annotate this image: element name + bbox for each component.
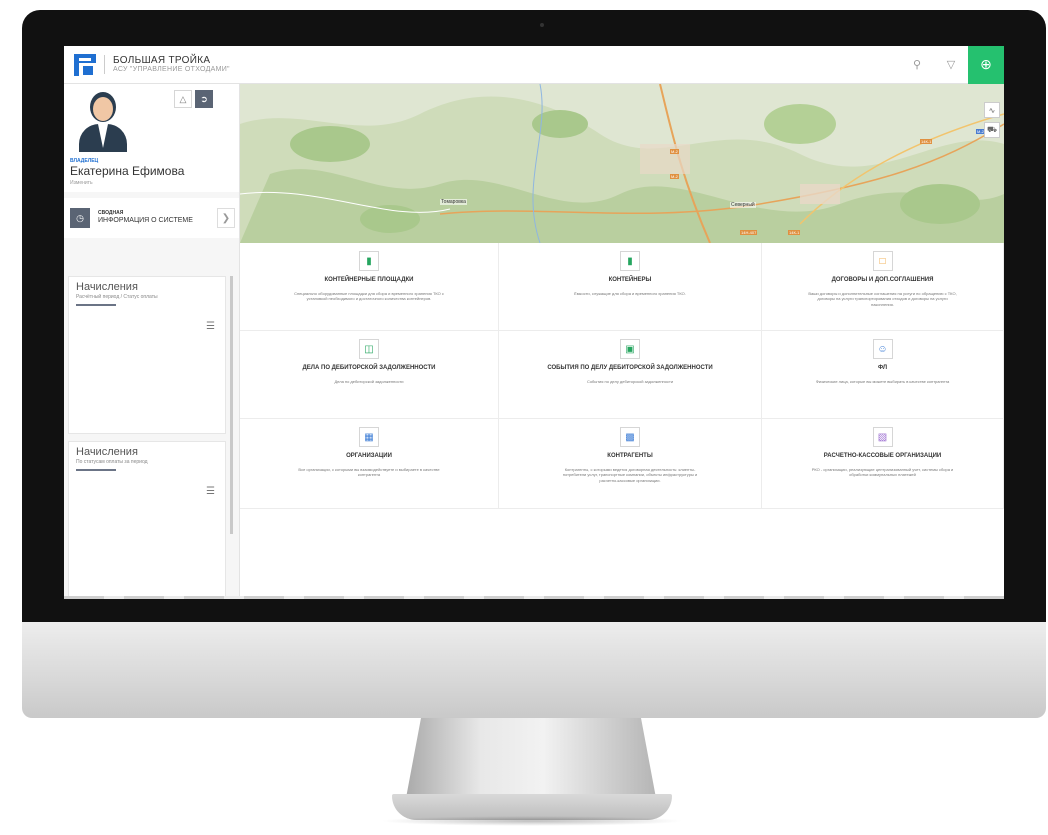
screen-bottom-edge	[64, 596, 1004, 599]
card-subtitle: По статусам оплаты за период	[76, 459, 148, 465]
dashboard-icon: ◷	[70, 208, 90, 228]
profile-buttons: △ ➲	[174, 90, 213, 108]
summary-line2: ИНФОРМАЦИЯ О СИСТЕМЕ	[98, 216, 193, 224]
module-containers[interactable]: ▮ КОНТЕЙНЕРЫ Ёмкости, служащие для сбора…	[499, 243, 762, 331]
route-icon[interactable]: ∿	[984, 102, 1000, 118]
camera	[540, 23, 544, 27]
map-place-label: Северный	[730, 202, 756, 208]
user-edit-link[interactable]: Изменить	[70, 180, 93, 186]
tile-desc: Физические лица, которые вы можете выбир…	[815, 379, 950, 384]
search-icon[interactable]: ⚲	[900, 46, 934, 84]
recycle-icon[interactable]: △	[174, 90, 192, 108]
bank-icon: ▧	[872, 427, 893, 447]
tile-title: КОНТЕЙНЕРЫ	[608, 277, 652, 283]
map-view[interactable]: Томаровка Северный М-2 М-2 14Н-407 14К-1…	[240, 84, 1004, 243]
add-button[interactable]: ⊕	[968, 46, 1004, 84]
case-icon: ◫	[359, 339, 379, 359]
module-cash-settlement[interactable]: ▧ РАСЧЕТНО-КАССОВЫЕ ОРГАНИЗАЦИИ РКО - ор…	[762, 419, 1004, 509]
road-sign: 14Н-407	[740, 230, 758, 235]
module-organizations[interactable]: ▦ ОРГАНИЗАЦИИ Все организации, с которым…	[240, 419, 499, 509]
road-sign: 14К-1	[788, 230, 801, 235]
tile-title: ДОГОВОРЫ И ДОП.СОГЛАШЕНИЯ	[831, 277, 934, 283]
tile-desc: Ваши договоры и дополнительные соглашени…	[808, 291, 957, 307]
tile-desc: РКО - организации, реализующие централиз…	[811, 467, 954, 478]
person-icon: ☺	[872, 339, 893, 359]
brand: БОЛЬШАЯ ТРОЙКА АСУ "УПРАВЛЕНИЕ ОТХОДАМИ"	[104, 55, 230, 74]
summary-text: СВОДНАЯ ИНФОРМАЦИЯ О СИСТЕМЕ	[98, 210, 193, 225]
calendar-icon: ▣	[620, 339, 640, 359]
map-terrain	[240, 84, 1004, 243]
logout-icon[interactable]: ➲	[195, 90, 213, 108]
tile-desc: Специально оборудованные площадки для сб…	[294, 291, 444, 302]
monitor-stand-neck	[406, 718, 656, 798]
module-contracts[interactable]: □ ДОГОВОРЫ И ДОП.СОГЛАШЕНИЯ Ваши договор…	[762, 243, 1004, 331]
tile-title: КОНТЕЙНЕРНЫЕ ПЛОЩАДКИ	[324, 277, 414, 283]
tile-title: ДЕЛА ПО ДЕБИТОРСКОЙ ЗАДОЛЖЕННОСТИ	[302, 365, 436, 371]
building-icon: ▦	[359, 427, 379, 447]
charges-card-period: Начисления По статусам оплаты за период …	[68, 441, 226, 599]
module-container-sites[interactable]: ▮ КОНТЕЙНЕРНЫЕ ПЛОЩАДКИ Специально обору…	[240, 243, 499, 331]
sidebar-scrollbar[interactable]	[230, 276, 233, 534]
bin-icon: ▮	[620, 251, 640, 271]
tile-desc: Ёмкости, служащие для сбора и временного…	[574, 291, 686, 296]
module-contractors[interactable]: ▩ КОНТРАГЕНТЫ Контрагенты, с которыми ве…	[499, 419, 762, 509]
tile-title: КОНТРАГЕНТЫ	[607, 453, 653, 459]
floor-shadow	[380, 816, 684, 826]
profile-panel: △ ➲ ВЛАДЕЛЕЦ Екатерина Ефимова Изменить	[64, 84, 239, 192]
tile-desc: События по делу дебиторской задолженност…	[586, 379, 674, 384]
monitor-chin	[22, 622, 1046, 718]
brand-logo[interactable]	[74, 53, 96, 78]
menu-icon[interactable]: ☰	[206, 486, 215, 497]
tile-title: ОРГАНИЗАЦИИ	[346, 453, 392, 459]
document-icon: □	[872, 251, 893, 271]
add-icon: ⊕	[980, 56, 992, 72]
user-name: Екатерина Ефимова	[70, 164, 185, 178]
charges-card-status: Начисления Расчётный период / Статус опл…	[68, 276, 226, 434]
tile-desc: Дела по дебиторской задолженности	[334, 379, 404, 384]
card-underline	[76, 304, 116, 306]
module-debt-events[interactable]: ▣ СОБЫТИЯ ПО ДЕЛУ ДЕБИТОРСКОЙ ЗАДОЛЖЕННО…	[499, 331, 762, 419]
map-place-label: Томаровка	[440, 199, 467, 205]
top-bar: БОЛЬШАЯ ТРОЙКА АСУ "УПРАВЛЕНИЕ ОТХОДАМИ"…	[64, 46, 1004, 84]
card-subtitle: Расчётный период / Статус оплаты	[76, 294, 158, 300]
card-title: Начисления	[76, 281, 138, 293]
monitor-bezel: БОЛЬШАЯ ТРОЙКА АСУ "УПРАВЛЕНИЕ ОТХОДАМИ"…	[22, 10, 1046, 622]
module-debt-cases[interactable]: ◫ ДЕЛА ПО ДЕБИТОРСКОЙ ЗАДОЛЖЕННОСТИ Дела…	[240, 331, 499, 419]
sidebar: △ ➲ ВЛАДЕЛЕЦ Екатерина Ефимова Изменить …	[64, 84, 240, 599]
module-individuals[interactable]: ☺ ФЛ Физические лица, которые вы можете …	[762, 331, 1004, 419]
briefcase-icon: ▩	[620, 427, 640, 447]
module-grid: ▮ КОНТЕЙНЕРНЫЕ ПЛОЩАДКИ Специально обору…	[240, 243, 1004, 599]
tile-desc: Контрагенты, с которыми ведется договорн…	[562, 467, 698, 483]
tile-desc: Все организации, с которыми вы взаимодей…	[298, 467, 440, 478]
tile-title: ФЛ	[877, 365, 888, 371]
tile-title: СОБЫТИЯ ПО ДЕЛУ ДЕБИТОРСКОЙ ЗАДОЛЖЕННОСТ…	[547, 365, 713, 371]
container-icon: ▮	[359, 251, 379, 271]
card-underline	[76, 469, 116, 471]
imac-monitor: БОЛЬШАЯ ТРОЙКА АСУ "УПРАВЛЕНИЕ ОТХОДАМИ"…	[22, 10, 1046, 718]
road-sign: М-2	[670, 149, 679, 154]
truck-icon[interactable]: ⛟	[984, 122, 1000, 138]
app-screen: БОЛЬШАЯ ТРОЙКА АСУ "УПРАВЛЕНИЕ ОТХОДАМИ"…	[64, 46, 1004, 599]
chevron-right-icon[interactable]: ❯	[217, 208, 235, 228]
filter-icon[interactable]: ▽	[934, 46, 968, 84]
menu-icon[interactable]: ☰	[206, 321, 215, 332]
top-icons: ⚲ ▽ ⊕	[900, 46, 1004, 84]
tile-title: РАСЧЕТНО-КАССОВЫЕ ОРГАНИЗАЦИИ	[823, 453, 942, 459]
summary-info-button[interactable]: ◷ СВОДНАЯ ИНФОРМАЦИЯ О СИСТЕМЕ ❯	[64, 198, 239, 238]
brand-name: БОЛЬШАЯ ТРОЙКА	[113, 55, 211, 67]
avatar[interactable]	[76, 88, 130, 152]
road-sign: 14К-1	[920, 139, 933, 144]
card-title: Начисления	[76, 446, 138, 458]
road-sign: М-2	[670, 174, 679, 179]
brand-subtitle: АСУ "УПРАВЛЕНИЕ ОТХОДАМИ"	[113, 66, 230, 74]
